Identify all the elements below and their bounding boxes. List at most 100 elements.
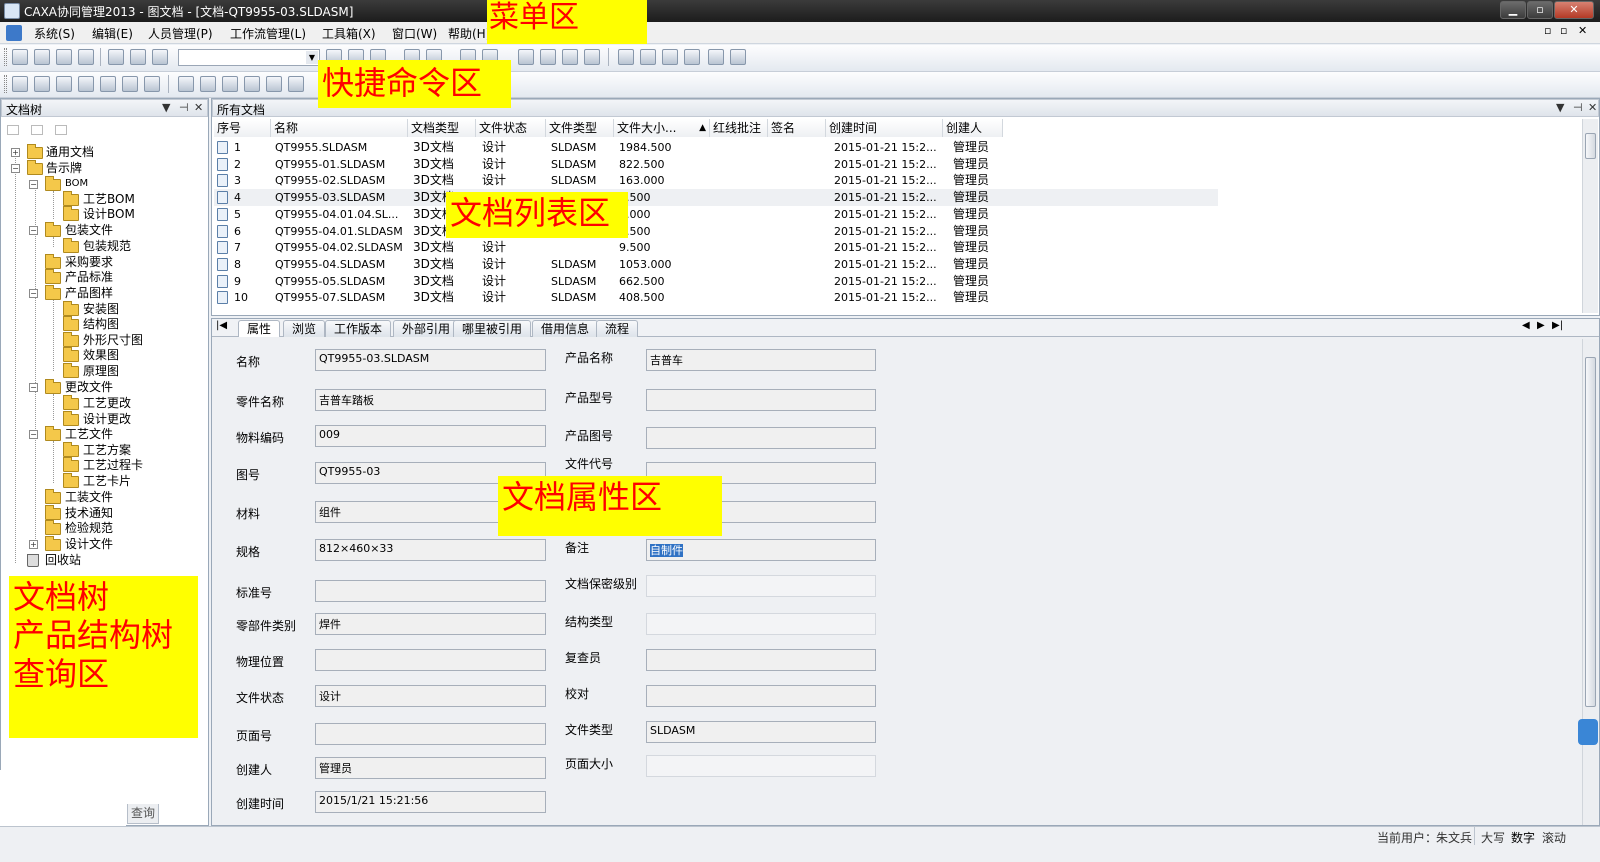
tree-edit-icon[interactable] — [78, 76, 94, 92]
prop-field[interactable]: 设计 — [315, 685, 546, 707]
settings-icon[interactable] — [730, 49, 746, 65]
tree-link-icon[interactable] — [144, 76, 160, 92]
release-icon[interactable] — [540, 49, 556, 65]
paste-icon[interactable] — [152, 49, 168, 65]
tab-where-used[interactable]: 哪里被引用 — [453, 320, 532, 337]
tool2-icon[interactable] — [640, 49, 656, 65]
tab-query[interactable]: 查询 — [127, 804, 159, 824]
expand-icon[interactable]: + — [11, 148, 20, 157]
table-row[interactable]: 8 QT9955-04.SLDASM 3D文档 设计 SLDASM 1053.000 201… — [214, 256, 1218, 273]
col-signature[interactable]: 签名 — [768, 119, 826, 137]
workflow-icon[interactable] — [518, 49, 534, 65]
filter-combo[interactable]: ▼ — [178, 49, 320, 66]
close-icon[interactable]: ✕ — [1588, 101, 1597, 114]
prop-field[interactable]: 009 — [315, 425, 546, 447]
menu-workflow[interactable]: 工作流管理(L) — [230, 25, 306, 42]
table-row[interactable]: 9 QT9955-05.SLDASM 3D文档 设计 SLDASM 662.500 2015… — [214, 273, 1218, 290]
pin-icon[interactable]: ⊣ — [1573, 101, 1583, 114]
menu-window[interactable]: 窗口(W) — [392, 25, 437, 42]
move-top-icon[interactable] — [178, 76, 194, 92]
list-vertical-scrollbar[interactable] — [1582, 119, 1598, 313]
tab-scroll-first-icon[interactable]: |◀ — [216, 320, 227, 331]
col-creator[interactable]: 创建人 — [943, 119, 1003, 137]
col-created-time[interactable]: 创建时间 — [826, 119, 943, 137]
tab-borrow-info[interactable]: 借用信息 — [532, 320, 599, 337]
table-row[interactable]: 6 QT9955-04.01.SLDASM 3D文档 4.500 2015-01-21 … — [214, 223, 1218, 240]
prop-field[interactable]: 2015/1/21 15:21:56 — [315, 791, 546, 813]
prop-field[interactable] — [315, 649, 546, 671]
col-name[interactable]: 名称 — [271, 119, 408, 137]
sort-icon[interactable] — [55, 125, 67, 135]
col-doc-type[interactable]: 文档类型 — [408, 119, 476, 137]
panel-menu-icon[interactable]: ▼ — [1556, 101, 1564, 114]
prop-field[interactable] — [646, 427, 876, 449]
uncheck-icon[interactable] — [288, 76, 304, 92]
checkout-icon[interactable] — [12, 49, 28, 65]
col-index[interactable]: 序号 — [214, 119, 271, 137]
table-row[interactable]: 7 QT9955-04.02.SLDASM 3D文档 设计 9.500 2015-01-2… — [214, 239, 1218, 256]
collapse-all-icon[interactable] — [31, 125, 43, 135]
tree-move-icon[interactable] — [100, 76, 116, 92]
pin-icon[interactable]: ⊣ — [179, 101, 189, 114]
collapse-icon[interactable]: − — [29, 226, 38, 235]
mdi-restore-button[interactable]: ▫ — [1544, 24, 1551, 37]
tree-new-icon[interactable] — [12, 76, 28, 92]
prop-field[interactable]: SLDASM — [646, 721, 876, 743]
prop-field[interactable]: 吉普车踏板 — [315, 389, 546, 411]
close-button[interactable]: ✕ — [1554, 1, 1594, 19]
collapse-icon[interactable]: − — [29, 383, 38, 392]
tab-properties[interactable]: 属性 — [238, 320, 281, 337]
col-file-type[interactable]: 文件类型 — [546, 119, 614, 137]
move-bottom-icon[interactable] — [244, 76, 260, 92]
print-icon[interactable] — [78, 49, 94, 65]
monitor-icon[interactable] — [56, 49, 72, 65]
gear-icon[interactable] — [708, 49, 724, 65]
tree-add-icon[interactable] — [34, 76, 50, 92]
teamviewer-icon[interactable] — [1578, 719, 1598, 745]
prop-field[interactable] — [646, 389, 876, 411]
table-row[interactable]: 4 QT9955-03.SLDASM 3D文档 4.500 2015-01-21 15:… — [214, 189, 1218, 207]
table-row[interactable]: 10 QT9955-07.SLDASM 3D文档 设计 SLDASM 408.500 201… — [214, 289, 1218, 306]
prop-field[interactable]: 焊件 — [315, 613, 546, 635]
property-vertical-scrollbar[interactable] — [1582, 339, 1598, 825]
tree-remove-icon[interactable] — [56, 76, 72, 92]
table-row[interactable]: 2 QT9955-01.SLDASM 3D文档 设计 SLDASM 822.500 2015… — [214, 156, 1218, 173]
mdi-close-button[interactable]: ✕ — [1578, 24, 1587, 37]
minimize-button[interactable]: ▁ — [1500, 1, 1526, 19]
maximize-button[interactable]: ▫ — [1527, 1, 1553, 19]
col-file-size[interactable]: 文件大小... ▲ — [614, 119, 710, 137]
tool1-icon[interactable] — [618, 49, 634, 65]
toolbar-grip[interactable] — [4, 48, 7, 66]
col-file-status[interactable]: 文件状态 — [476, 119, 546, 137]
prop-field[interactable] — [315, 580, 546, 602]
prop-field[interactable]: QT9955-03.SLDASM — [315, 349, 546, 371]
add-item-icon[interactable] — [562, 49, 578, 65]
prop-field[interactable] — [646, 613, 876, 635]
collapse-icon[interactable]: − — [29, 430, 38, 439]
mdi-restore2-button[interactable]: ▫ — [1560, 24, 1567, 37]
expand-all-icon[interactable] — [7, 125, 19, 135]
tab-external-ref[interactable]: 外部引用 — [393, 320, 460, 337]
expand-icon[interactable]: + — [29, 540, 38, 549]
tool4-icon[interactable] — [684, 49, 700, 65]
check-icon[interactable] — [266, 76, 282, 92]
chevron-down-icon[interactable]: ▼ — [306, 51, 318, 64]
table-row[interactable]: 5 QT9955-04.01.04.SL... 3D文档 9.000 2015-01-2… — [214, 206, 1218, 223]
menu-help[interactable]: 帮助(H) — [448, 25, 490, 42]
scroll-thumb[interactable] — [1585, 133, 1596, 159]
tab-workflow[interactable]: 流程 — [596, 320, 639, 337]
prop-field[interactable] — [646, 649, 876, 671]
prop-field[interactable] — [646, 575, 876, 597]
menu-edit[interactable]: 编辑(E) — [92, 25, 133, 42]
prop-field[interactable] — [646, 755, 876, 777]
menu-users[interactable]: 人员管理(P) — [148, 25, 213, 42]
tab-scroll-prev-icon[interactable]: ◀ — [1522, 320, 1530, 331]
toolbar-grip[interactable] — [4, 75, 7, 93]
prop-field[interactable] — [315, 723, 546, 745]
checkin-icon[interactable] — [34, 49, 50, 65]
table-row[interactable]: 1 QT9955.SLDASM 3D文档 设计 SLDASM 1984.500 2015-0… — [214, 139, 1218, 156]
move-down-icon[interactable] — [222, 76, 238, 92]
menu-toolbox[interactable]: 工具箱(X) — [322, 25, 376, 42]
collapse-icon[interactable]: − — [11, 164, 20, 173]
copy-icon[interactable] — [130, 49, 146, 65]
